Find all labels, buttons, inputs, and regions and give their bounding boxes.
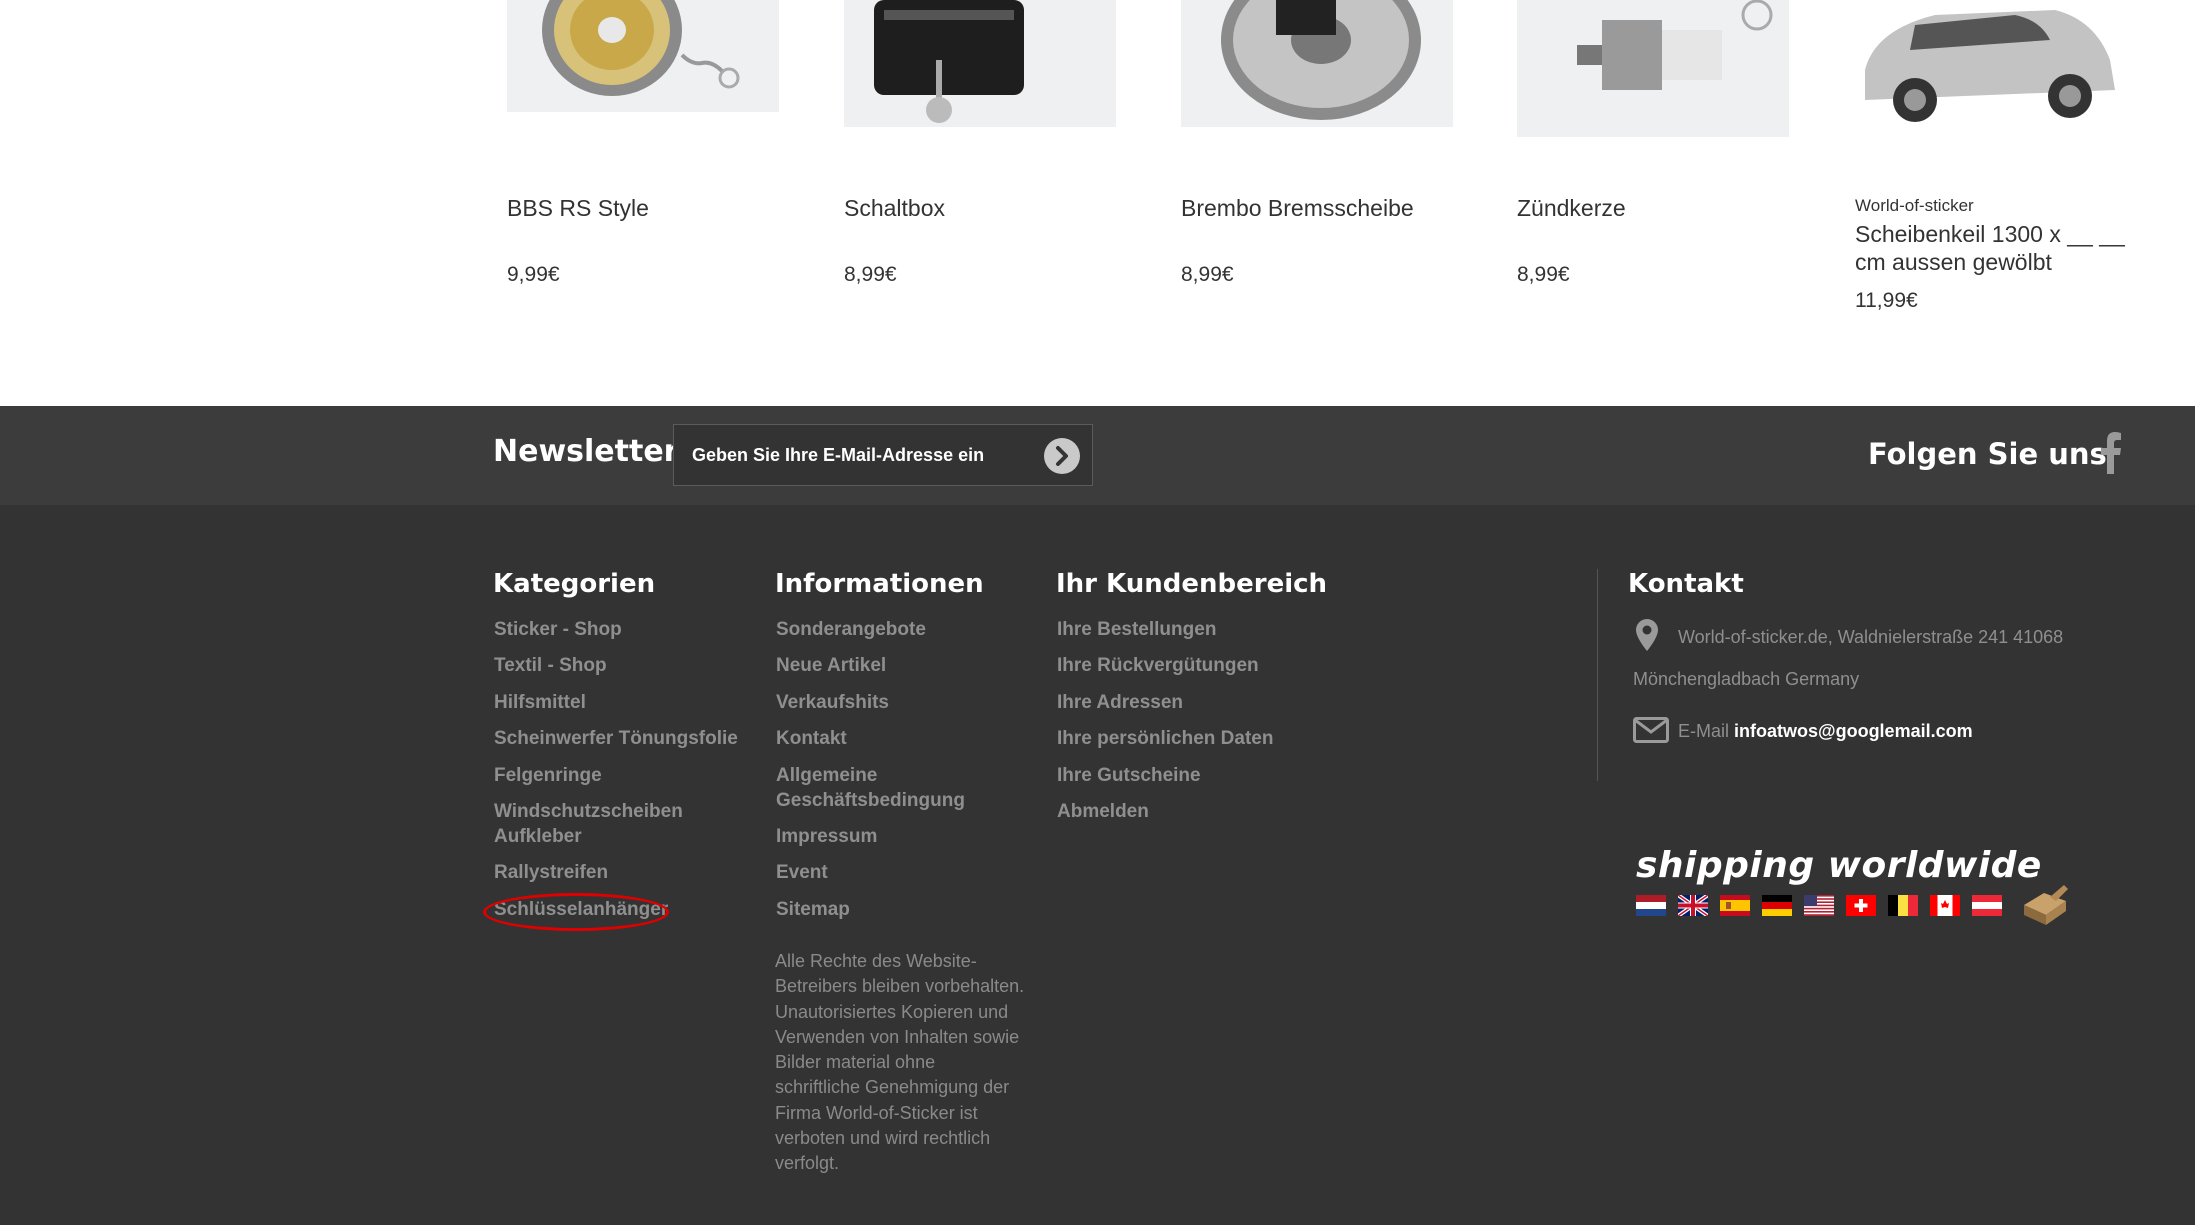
product-image[interactable] [1855,0,2127,168]
switzerland-flag-icon [1846,895,1876,916]
account-link[interactable]: Abmelden [1057,799,1297,824]
column-divider [1597,569,1598,781]
shipping-worldwide-title: shipping worldwide [1636,845,2042,886]
newsletter-email-input[interactable] [674,425,1024,485]
account-link[interactable]: Ihre persönlichen Daten [1057,726,1317,751]
arrow-right-icon [1056,446,1068,466]
contact-heading: Kontakt [1628,569,1744,599]
product-price: 9,99€ [507,263,560,286]
information-link[interactable]: Neue Artikel [776,653,1016,678]
austria-flag-icon [1972,895,2002,916]
newsletter-submit-button[interactable] [1044,438,1080,474]
product-price: 8,99€ [1517,263,1570,286]
spain-flag-icon [1720,895,1750,916]
usa-flag-icon [1804,895,1834,916]
product-image[interactable] [1181,0,1453,127]
information-link[interactable]: Allgemeine Geschäftsbedingung [776,763,986,813]
account-link[interactable]: Ihre Adressen [1057,690,1297,715]
product-price: 8,99€ [844,263,897,286]
account-heading: Ihr Kundenbereich [1056,569,1328,599]
category-link[interactable]: Scheinwerfer Tönungsfolie [494,726,754,751]
information-link[interactable]: Sitemap [776,897,1016,922]
parcel-box-icon [2024,885,2068,925]
newsletter-bar: Newsletter Folgen Sie uns [0,406,2195,505]
product-name[interactable]: BBS RS Style [507,194,787,222]
copyright-text: Alle Rechte des Website-Betreibers bleib… [775,951,1025,1174]
information-link[interactable]: Sonderangebote [776,617,1016,642]
information-heading: Informationen [775,569,984,599]
product-image[interactable] [1517,0,1789,137]
category-link[interactable]: Hilfsmittel [494,690,734,715]
contact-address-line2: Mönchengladbach Germany [1633,669,1860,689]
contact-email-row: E-Mail infoatwos@googlemail.com [1678,721,1973,742]
newsletter-title: Newsletter [493,434,679,469]
email-link[interactable]: infoatwos@googlemail.com [1734,721,1973,741]
categories-heading: Kategorien [493,569,656,599]
category-link[interactable]: Sticker - Shop [494,617,734,642]
category-link[interactable]: Textil - Shop [494,653,734,678]
information-link[interactable]: Verkaufshits [776,690,1016,715]
map-pin-icon [1636,619,1658,651]
footer: Kategorien Sticker - Shop Textil - Shop … [0,505,2195,1225]
information-link[interactable]: Impressum [776,824,1016,849]
account-link[interactable]: Ihre Gutscheine [1057,763,1297,788]
product-name[interactable]: Zündkerze [1517,194,1797,222]
uk-flag-icon [1678,895,1708,916]
product-price: 11,99€ [1855,289,1918,312]
account-link[interactable]: Ihre Rückvergütungen [1057,653,1297,678]
canada-flag-icon [1930,895,1960,916]
product-brand: World-of-sticker [1855,196,1974,215]
netherlands-flag-icon [1636,895,1666,916]
product-price: 8,99€ [1181,263,1234,286]
category-link[interactable]: Windschutzscheiben Aufkleber [494,799,694,849]
germany-flag-icon [1762,895,1792,916]
follow-us-title: Folgen Sie uns [1868,437,2107,471]
highlight-ellipse [483,893,669,931]
product-name[interactable]: Scheibenkeil 1300 x __ __ cm aussen gewö… [1855,220,2135,276]
contact-address-line1: World-of-sticker.de, Waldnielerstraße 24… [1678,627,2064,647]
facebook-icon[interactable] [2100,432,2122,474]
belgium-flag-icon [1888,895,1918,916]
product-image[interactable] [844,0,1116,127]
product-image[interactable] [507,0,779,112]
information-link[interactable]: Event [776,860,1016,885]
product-row: BBS RS Style 9,99€ Schaltbox 8,99€ Bremb… [0,0,2195,406]
product-name[interactable]: Schaltbox [844,194,1124,222]
newsletter-form [673,424,1093,486]
category-link[interactable]: Felgenringe [494,763,734,788]
information-link[interactable]: Kontakt [776,726,1016,751]
mail-icon [1633,717,1669,743]
category-link[interactable]: Rallystreifen [494,860,734,885]
email-label: E-Mail [1678,721,1730,741]
account-link[interactable]: Ihre Bestellungen [1057,617,1297,642]
product-name[interactable]: Brembo Bremsscheibe [1181,194,1461,222]
